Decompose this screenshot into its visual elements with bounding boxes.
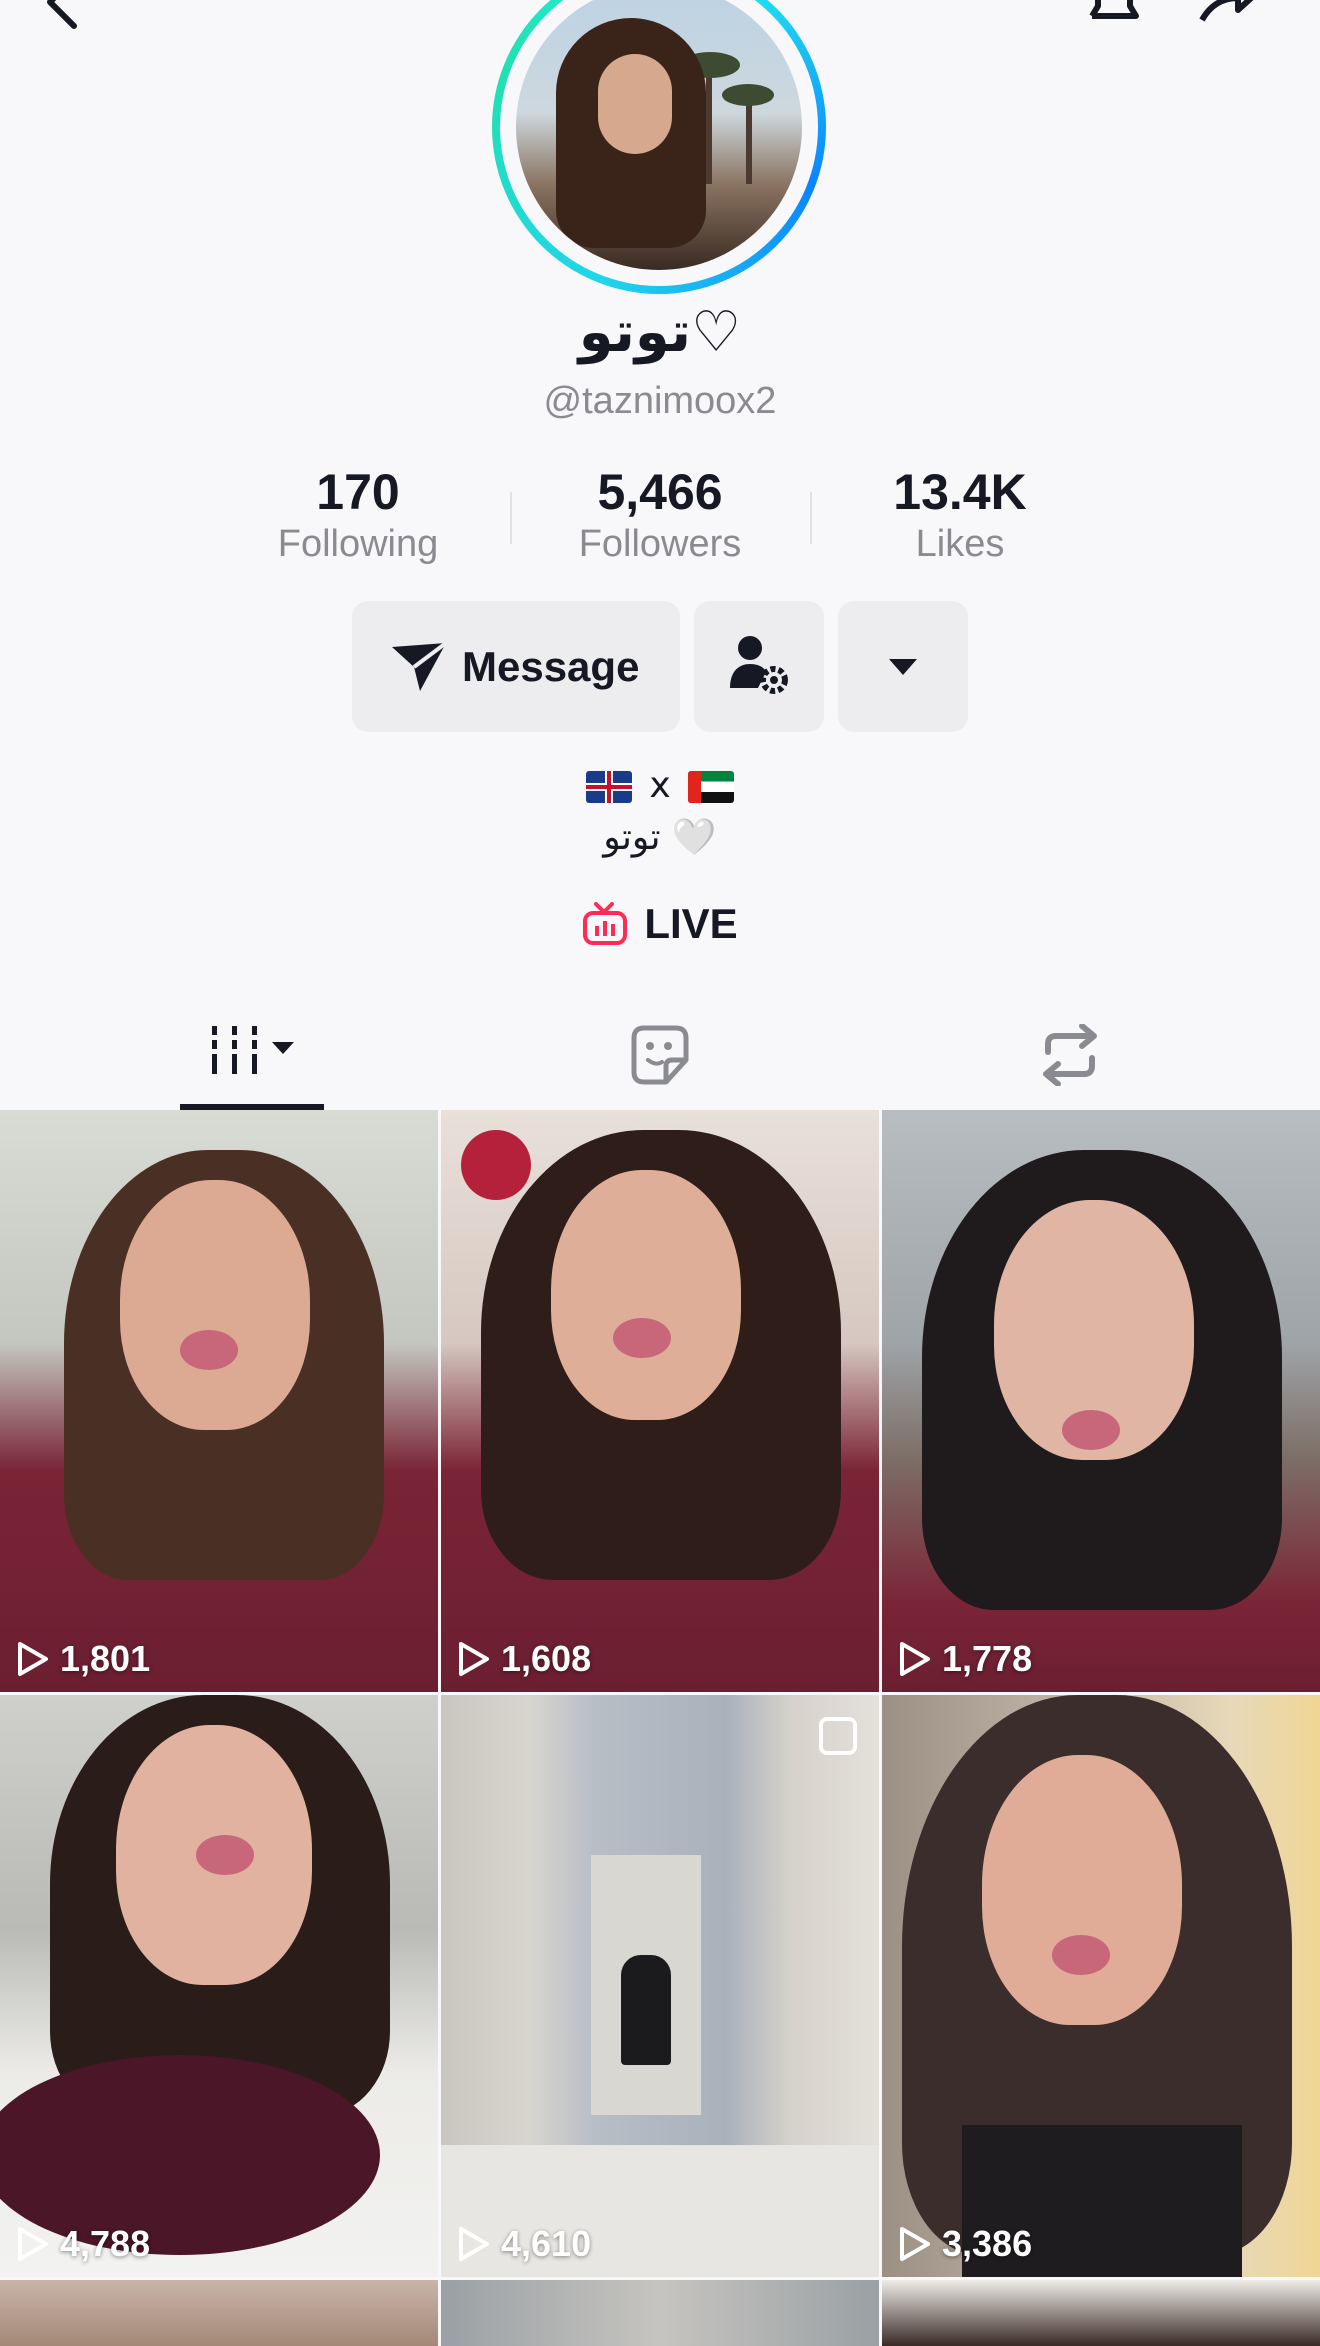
play-icon	[459, 2227, 489, 2261]
stat-divider	[810, 492, 812, 544]
username-handle: @taznimoox2	[543, 380, 777, 422]
stat-likes[interactable]: 13.4K Likes	[840, 462, 1080, 566]
more-options-button[interactable]	[838, 601, 968, 732]
play-icon	[18, 2227, 48, 2261]
stat-followers[interactable]: 5,466 Followers	[540, 462, 780, 566]
tab-stickers[interactable]	[440, 1010, 880, 1110]
live-label: LIVE	[644, 900, 738, 947]
play-icon	[900, 1642, 930, 1676]
view-count: 4,788	[16, 2223, 150, 2265]
following-count: 170	[316, 464, 400, 520]
video-thumbnail[interactable]	[882, 2280, 1320, 2346]
video-thumbnail[interactable]	[0, 2280, 438, 2346]
live-link[interactable]: LIVE	[0, 900, 1320, 951]
view-count: 1,801	[16, 1638, 150, 1680]
bio-line-1: x	[0, 760, 1320, 812]
uae-flag-icon	[688, 771, 735, 803]
stat-divider	[510, 492, 512, 544]
grid-bars-icon	[212, 1026, 294, 1074]
repost-icon	[1043, 1024, 1097, 1086]
video-thumbnail[interactable]	[441, 2280, 879, 2346]
video-thumbnail[interactable]: 4,610	[441, 1695, 879, 2277]
bio-separator: x	[649, 765, 671, 806]
followers-label: Followers	[578, 523, 742, 565]
video-thumbnail[interactable]: 1,801	[0, 1110, 438, 1692]
avatar	[516, 0, 802, 270]
play-icon	[459, 1642, 489, 1676]
video-thumbnail[interactable]: 3,386	[882, 1695, 1320, 2277]
bio-line-2: توتو 🤍	[603, 817, 717, 858]
user-settings-icon	[730, 636, 788, 694]
play-icon	[18, 1642, 48, 1676]
view-count-label: 1,778	[942, 1638, 1033, 1679]
bell-icon[interactable]	[1082, 0, 1146, 31]
tv-live-icon	[583, 902, 628, 945]
view-count-label: 3,386	[942, 2223, 1033, 2264]
tab-reposts[interactable]	[880, 1010, 1320, 1110]
avatar-story-ring[interactable]	[492, 0, 826, 294]
view-count-label: 1,608	[501, 1638, 592, 1679]
view-count-label: 4,610	[501, 2223, 592, 2264]
message-button[interactable]: Message	[352, 601, 680, 732]
view-count-label: 4,788	[60, 2223, 151, 2264]
caret-down-icon	[889, 659, 917, 675]
send-icon	[392, 641, 448, 691]
followers-count: 5,466	[597, 464, 723, 520]
view-count: 1,778	[898, 1638, 1032, 1680]
profile-stats: 170 Following 5,466 Followers 13.4K Like…	[0, 462, 1320, 572]
tab-videos[interactable]	[0, 1010, 440, 1110]
video-thumbnail[interactable]: 4,788	[0, 1695, 438, 2277]
video-grid: 1,801 1,608 1,778 4,788 4,610 3,386	[0, 1110, 1320, 2346]
sticker-icon	[631, 1025, 689, 1085]
view-count-label: 1,801	[60, 1638, 151, 1679]
message-label: Message	[462, 643, 640, 690]
likes-label: Likes	[915, 523, 1005, 565]
display-name: توتو♡	[578, 300, 742, 365]
likes-count: 13.4K	[893, 464, 1027, 520]
video-thumbnail[interactable]: 1,778	[882, 1110, 1320, 1692]
video-thumbnail[interactable]: 1,608	[441, 1110, 879, 1692]
share-arrow-icon[interactable]	[1196, 0, 1266, 31]
bio: x توتو 🤍	[0, 760, 1320, 864]
multi-image-icon	[819, 1717, 857, 1755]
uk-flag-icon	[585, 771, 632, 803]
chevron-left-icon[interactable]	[40, 0, 84, 37]
friend-settings-button[interactable]	[694, 601, 824, 732]
play-icon	[900, 2227, 930, 2261]
following-label: Following	[277, 523, 439, 565]
profile-tabs	[0, 1010, 1320, 1110]
view-count: 3,386	[898, 2223, 1032, 2265]
view-count: 4,610	[457, 2223, 591, 2265]
view-count: 1,608	[457, 1638, 591, 1680]
stat-following[interactable]: 170 Following	[238, 462, 478, 566]
